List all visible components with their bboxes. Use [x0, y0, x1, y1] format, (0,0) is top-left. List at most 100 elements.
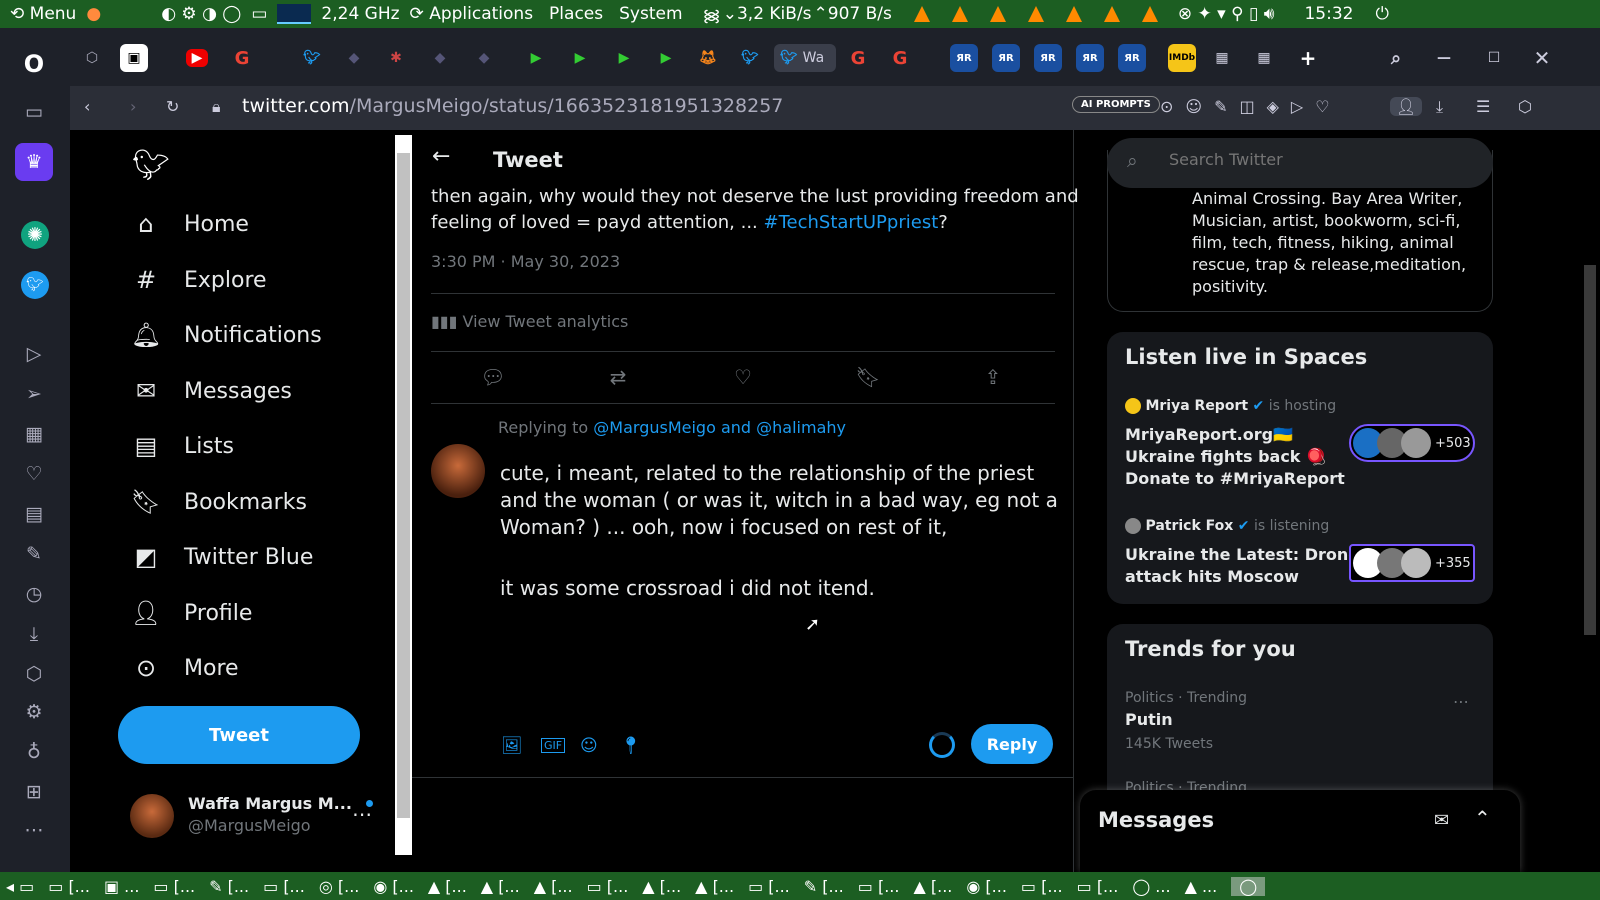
- forward-icon[interactable]: ›: [130, 97, 136, 116]
- clock[interactable]: 15:32: [1304, 4, 1353, 24]
- imdb-tab-icon[interactable]: IMDb: [1168, 44, 1196, 72]
- taskbar-window[interactable]: ▭ [...: [1021, 877, 1063, 896]
- maximize-icon[interactable]: ☐: [1480, 44, 1508, 72]
- history-icon[interactable]: ◷: [18, 578, 50, 610]
- active-taskbar-window[interactable]: ◯: [1231, 876, 1266, 896]
- google-tab-icon[interactable]: G: [886, 44, 914, 72]
- new-message-icon[interactable]: ✉: [1434, 810, 1449, 831]
- twitter-tab-icon[interactable]: 🐦︎: [736, 44, 764, 72]
- taskbar-window[interactable]: ◉ [...: [373, 877, 414, 896]
- hashtag-link[interactable]: #TechStartUPpriest: [764, 212, 939, 233]
- chatgpt-icon[interactable]: ✺: [21, 221, 49, 249]
- places-menu[interactable]: Places: [549, 4, 603, 24]
- reply-icon[interactable]: 💬︎: [480, 364, 506, 390]
- tab-grid-icon[interactable]: ▦: [1208, 44, 1236, 72]
- taskbar-window[interactable]: ✎ [...: [804, 877, 844, 896]
- vlc-icon[interactable]: [989, 6, 1006, 22]
- gif-icon[interactable]: GIF: [541, 738, 566, 753]
- account-switcher[interactable]: Waffa Margus M... @MargusMeigo ⋯: [130, 790, 380, 838]
- opera-logo-icon[interactable]: O: [18, 48, 50, 80]
- play-tab-icon[interactable]: ▶: [522, 44, 550, 72]
- page-scrollbar[interactable]: [1580, 135, 1600, 855]
- taskbar-window[interactable]: ▭ [...: [587, 877, 629, 896]
- back-icon[interactable]: ‹: [84, 97, 90, 116]
- tab-icon[interactable]: ◆: [470, 44, 498, 72]
- retweet-icon[interactable]: ⇄: [605, 364, 631, 390]
- tab-icon[interactable]: ▣: [120, 44, 148, 72]
- scrollbar-thumb[interactable]: [397, 153, 410, 818]
- tweet-button[interactable]: Tweet: [118, 706, 360, 764]
- messages-drawer[interactable]: Messages ✉ ⌃: [1080, 790, 1520, 872]
- tab-icon[interactable]: ЯR: [992, 44, 1020, 72]
- left-scrollbar[interactable]: [395, 135, 412, 855]
- tab-cube-icon[interactable]: ⬡: [78, 44, 106, 72]
- taskbar-window[interactable]: ▭ [...: [48, 877, 90, 896]
- location-icon[interactable]: 📍︎: [620, 736, 642, 756]
- app-launcher-icons[interactable]: ◐ ⚙ ◑ ◯: [161, 4, 241, 24]
- active-twitter-tab[interactable]: 🐦︎ Wa: [774, 44, 836, 72]
- taskbar-window[interactable]: ▭ [...: [748, 877, 790, 896]
- more-dots-icon[interactable]: ⋯: [18, 814, 50, 846]
- vlc-icon[interactable]: [1141, 6, 1158, 22]
- taskbar-window[interactable]: ◯ ...: [1132, 877, 1170, 896]
- emoji-icon[interactable]: ☺: [580, 736, 598, 756]
- taskbar-window[interactable]: ◎ [...: [319, 877, 360, 896]
- vlc-icon[interactable]: [913, 6, 930, 22]
- reload-icon[interactable]: ↻: [166, 97, 179, 116]
- nav-more[interactable]: ⊙ More: [132, 654, 239, 682]
- trend-item[interactable]: Politics · Trending Putin 145K Tweets ⋯: [1107, 686, 1493, 756]
- taskbar-window[interactable]: ▲ [...: [913, 877, 952, 896]
- nav-bookmarks[interactable]: 🔖︎ Bookmarks: [131, 488, 307, 516]
- metamask-tab-icon[interactable]: 🦊︎: [694, 44, 722, 72]
- toolbar-icons[interactable]: ⊙☺✎◫◈▷♡: [1160, 97, 1342, 116]
- tab-icon[interactable]: ЯR: [950, 44, 978, 72]
- easy-setup-icon[interactable]: ☰: [1476, 97, 1490, 116]
- crown-icon[interactable]: ♛: [15, 143, 53, 181]
- taskbar-window[interactable]: ▭ [...: [263, 877, 305, 896]
- taskbar-window[interactable]: ▣ ...: [104, 877, 139, 896]
- tab-icon[interactable]: ЯR: [1034, 44, 1062, 72]
- nav-home[interactable]: ⌂ Home: [132, 210, 249, 238]
- taskbar-window[interactable]: ▲ [...: [695, 877, 734, 896]
- play-tab-icon[interactable]: ▶: [652, 44, 680, 72]
- show-desktop-icon[interactable]: ◂ ▭: [6, 877, 34, 896]
- taskbar-window[interactable]: ▲ [...: [428, 877, 467, 896]
- system-menu[interactable]: System: [619, 4, 682, 24]
- google-tab-icon[interactable]: G: [844, 44, 872, 72]
- vlc-icon[interactable]: [1065, 6, 1082, 22]
- cube-icon[interactable]: ⬡: [1518, 97, 1532, 116]
- plus-box-icon[interactable]: ⊞: [18, 776, 50, 808]
- reply-textarea[interactable]: cute, i meant, related to the relationsh…: [500, 460, 1060, 602]
- menu-button[interactable]: ⟲ Menu: [10, 4, 76, 24]
- news-icon[interactable]: ▤: [18, 498, 50, 530]
- downloads-icon[interactable]: ⤓: [18, 618, 50, 650]
- search-input[interactable]: [1169, 150, 1469, 169]
- taskbar-window[interactable]: ▲ ...: [1185, 877, 1218, 896]
- url-field[interactable]: twitter.com/MargusMeigo/status/166352318…: [242, 95, 783, 117]
- taskbar-window[interactable]: ▲ [...: [534, 877, 573, 896]
- tab-icon[interactable]: ◆: [426, 44, 454, 72]
- search-tabs-icon[interactable]: ⌕: [1382, 44, 1410, 72]
- ai-prompts-button[interactable]: AI PROMPTS: [1072, 96, 1160, 113]
- cube-icon[interactable]: ⬡: [18, 658, 50, 690]
- terminal-icon[interactable]: ▭: [251, 4, 267, 24]
- vlc-icon[interactable]: [1027, 6, 1044, 22]
- nav-lists[interactable]: ▤ Lists: [132, 432, 234, 460]
- google-tab-icon[interactable]: G: [228, 44, 256, 72]
- close-window-icon[interactable]: ✕: [1528, 44, 1556, 72]
- tab-icon[interactable]: ЯR: [1118, 44, 1146, 72]
- heart-icon[interactable]: ♡: [18, 458, 50, 490]
- power-icon[interactable]: ⏻: [1375, 4, 1388, 24]
- firefox-icon[interactable]: ●: [86, 4, 101, 24]
- taskbar-window[interactable]: ▭ [...: [153, 877, 195, 896]
- bookmark-icon[interactable]: 🔖︎: [855, 364, 881, 390]
- space-item[interactable]: Mriya Report ✔ is hosting MriyaReport.or…: [1107, 394, 1493, 494]
- taskbar-window[interactable]: ▲ [...: [481, 877, 520, 896]
- image-icon[interactable]: 🖼︎: [501, 736, 523, 756]
- space-item[interactable]: Patrick Fox ✔ is listening Ukraine the L…: [1107, 514, 1493, 594]
- back-arrow-icon[interactable]: ←: [432, 144, 450, 169]
- nav-twitter-blue[interactable]: ◩ Twitter Blue: [132, 543, 314, 571]
- edit-icon[interactable]: ✎: [18, 538, 50, 570]
- twitter-sidebar-icon[interactable]: 🐦︎: [21, 271, 49, 299]
- profile-icon[interactable]: 👤︎: [1390, 97, 1423, 116]
